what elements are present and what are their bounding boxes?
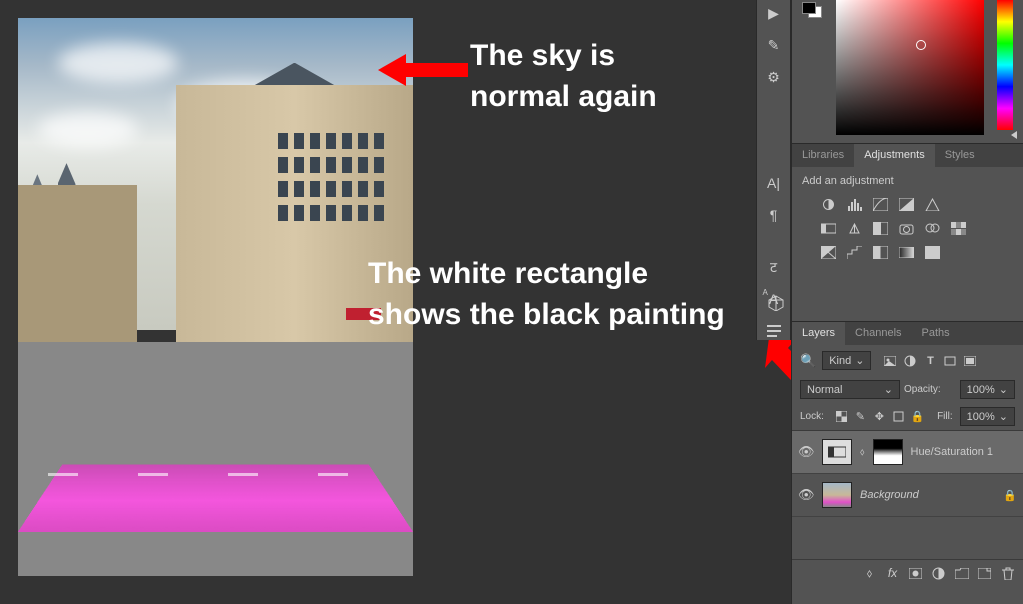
lock-icon: 🔒: [1003, 489, 1017, 502]
chevron-down-icon: ⌄: [999, 410, 1008, 423]
brush-preset-icon[interactable]: ✎: [763, 36, 785, 54]
glyphs-panel-icon[interactable]: ट: [763, 258, 785, 276]
hue-slider-handle[interactable]: [1011, 131, 1017, 139]
play-icon[interactable]: ▶: [763, 4, 785, 22]
opacity-input[interactable]: 100% ⌄: [960, 380, 1015, 399]
chevron-down-icon: ⌄: [884, 383, 893, 396]
adjustments-tab-bar: Libraries Adjustments Styles: [792, 143, 1023, 167]
building-left: [18, 185, 137, 352]
lock-artboard-icon[interactable]: [892, 410, 905, 423]
character-panel-icon[interactable]: A|: [763, 174, 785, 192]
street-region: [18, 342, 413, 576]
tab-paths[interactable]: Paths: [912, 322, 960, 345]
new-layer-icon[interactable]: [977, 566, 992, 580]
chevron-down-icon: ⌄: [855, 354, 864, 367]
mask-link-icon[interactable]: ⬨: [860, 447, 865, 458]
tab-layers[interactable]: Layers: [792, 322, 845, 345]
right-panels: Libraries Adjustments Styles Add an adju…: [791, 0, 1023, 604]
color-lookup-icon[interactable]: [950, 221, 967, 235]
tab-adjustments[interactable]: Adjustments: [854, 144, 935, 167]
visibility-toggle-icon[interactable]: 👁: [798, 487, 814, 503]
layer-item-hue-saturation[interactable]: 👁 ⬨ Hue/Saturation 1: [792, 431, 1023, 474]
layer-mask-thumbnail[interactable]: [873, 439, 903, 465]
layer-name[interactable]: Background: [860, 489, 919, 501]
new-group-icon[interactable]: [954, 566, 969, 580]
brush-settings-icon[interactable]: ⚙: [763, 68, 785, 86]
tab-libraries[interactable]: Libraries: [792, 144, 854, 167]
threshold-icon[interactable]: [872, 245, 889, 259]
blend-mode-dropdown[interactable]: Normal ⌄: [800, 380, 900, 399]
filter-smart-icon[interactable]: [963, 354, 977, 368]
lock-all-icon[interactable]: 🔒: [911, 410, 924, 423]
chevron-down-icon: ⌄: [999, 383, 1008, 396]
canvas-image: [18, 18, 413, 576]
canvas-area[interactable]: [18, 18, 413, 576]
layers-tab-bar: Layers Channels Paths: [792, 321, 1023, 345]
lane-marking: [318, 473, 348, 476]
filter-pixel-icon[interactable]: [883, 354, 897, 368]
black-white-icon[interactable]: [872, 221, 889, 235]
lane-marking: [138, 473, 168, 476]
new-adjustment-icon[interactable]: [931, 566, 946, 580]
adjustment-row-1: [820, 197, 1013, 211]
photo-filter-icon[interactable]: [898, 221, 915, 235]
layer-name[interactable]: Hue/Saturation 1: [911, 446, 994, 458]
color-picker-panel: [792, 0, 1023, 143]
brightness-contrast-icon[interactable]: [820, 197, 837, 211]
levels-icon[interactable]: [846, 197, 863, 211]
annotation-rectangle: The white rectangle shows the black pain…: [368, 254, 725, 335]
filter-shape-icon[interactable]: [943, 354, 957, 368]
adjustments-panel: Add an adjustment: [792, 167, 1023, 267]
layers-bottom-toolbar: ⬨ fx: [792, 559, 1023, 586]
vibrance-icon[interactable]: [924, 197, 941, 211]
adjustment-row-2: [820, 221, 1013, 235]
hue-saturation-icon[interactable]: [820, 221, 837, 235]
layers-panel: 🔍 Kind ⌄ T Normal ⌄ Opacity: 100% ⌄: [792, 345, 1023, 586]
adjustment-thumbnail[interactable]: [822, 439, 852, 465]
layer-effects-icon[interactable]: fx: [885, 566, 900, 580]
3d-panel-icon[interactable]: [766, 293, 786, 313]
link-layers-icon[interactable]: ⬨: [862, 566, 877, 580]
opacity-label: Opacity:: [904, 384, 941, 395]
filter-adjustment-icon[interactable]: [903, 354, 917, 368]
exposure-icon[interactable]: [898, 197, 915, 211]
selective-color-icon[interactable]: [924, 245, 941, 259]
invert-icon[interactable]: [820, 245, 837, 259]
adjustment-row-3: [820, 245, 1013, 259]
visibility-toggle-icon[interactable]: 👁: [798, 444, 814, 460]
filter-search-icon[interactable]: 🔍: [800, 353, 816, 369]
layer-thumbnail[interactable]: [822, 482, 852, 508]
layer-list: 👁 ⬨ Hue/Saturation 1 👁 Background 🔒: [792, 431, 1023, 517]
layer-filter-dropdown[interactable]: Kind ⌄: [822, 351, 871, 370]
color-balance-icon[interactable]: [846, 221, 863, 235]
filter-type-icon[interactable]: T: [923, 354, 937, 368]
lock-label: Lock:: [800, 411, 824, 422]
lock-pixels-icon[interactable]: ✎: [854, 410, 867, 423]
adjustments-heading: Add an adjustment: [802, 175, 1013, 187]
curves-icon[interactable]: [872, 197, 889, 211]
paragraph-panel-icon[interactable]: ¶: [763, 206, 785, 224]
lane-marking: [48, 473, 78, 476]
foreground-background-swatch[interactable]: [802, 2, 822, 18]
channel-mixer-icon[interactable]: [924, 221, 941, 235]
vertical-toolbar: ▶ ✎ ⚙ A| ¶ ट A A: [756, 0, 791, 340]
color-field[interactable]: [836, 0, 984, 135]
paragraph-styles-icon[interactable]: [763, 322, 785, 340]
lane-marking: [228, 473, 258, 476]
add-mask-icon[interactable]: [908, 566, 923, 580]
annotation-sky: The sky is normal again: [470, 36, 657, 117]
tab-channels[interactable]: Channels: [845, 322, 911, 345]
tab-styles[interactable]: Styles: [935, 144, 985, 167]
lock-transparency-icon[interactable]: [835, 410, 848, 423]
annotation-arrow-sky: [378, 52, 468, 88]
hue-strip[interactable]: [997, 0, 1013, 130]
delete-layer-icon[interactable]: [1000, 566, 1015, 580]
gradient-map-icon[interactable]: [898, 245, 915, 259]
fill-input[interactable]: 100% ⌄: [960, 407, 1015, 426]
lock-position-icon[interactable]: ✥: [873, 410, 886, 423]
layer-item-background[interactable]: 👁 Background 🔒: [792, 474, 1023, 517]
fill-label: Fill:: [937, 411, 953, 422]
posterize-icon[interactable]: [846, 245, 863, 259]
